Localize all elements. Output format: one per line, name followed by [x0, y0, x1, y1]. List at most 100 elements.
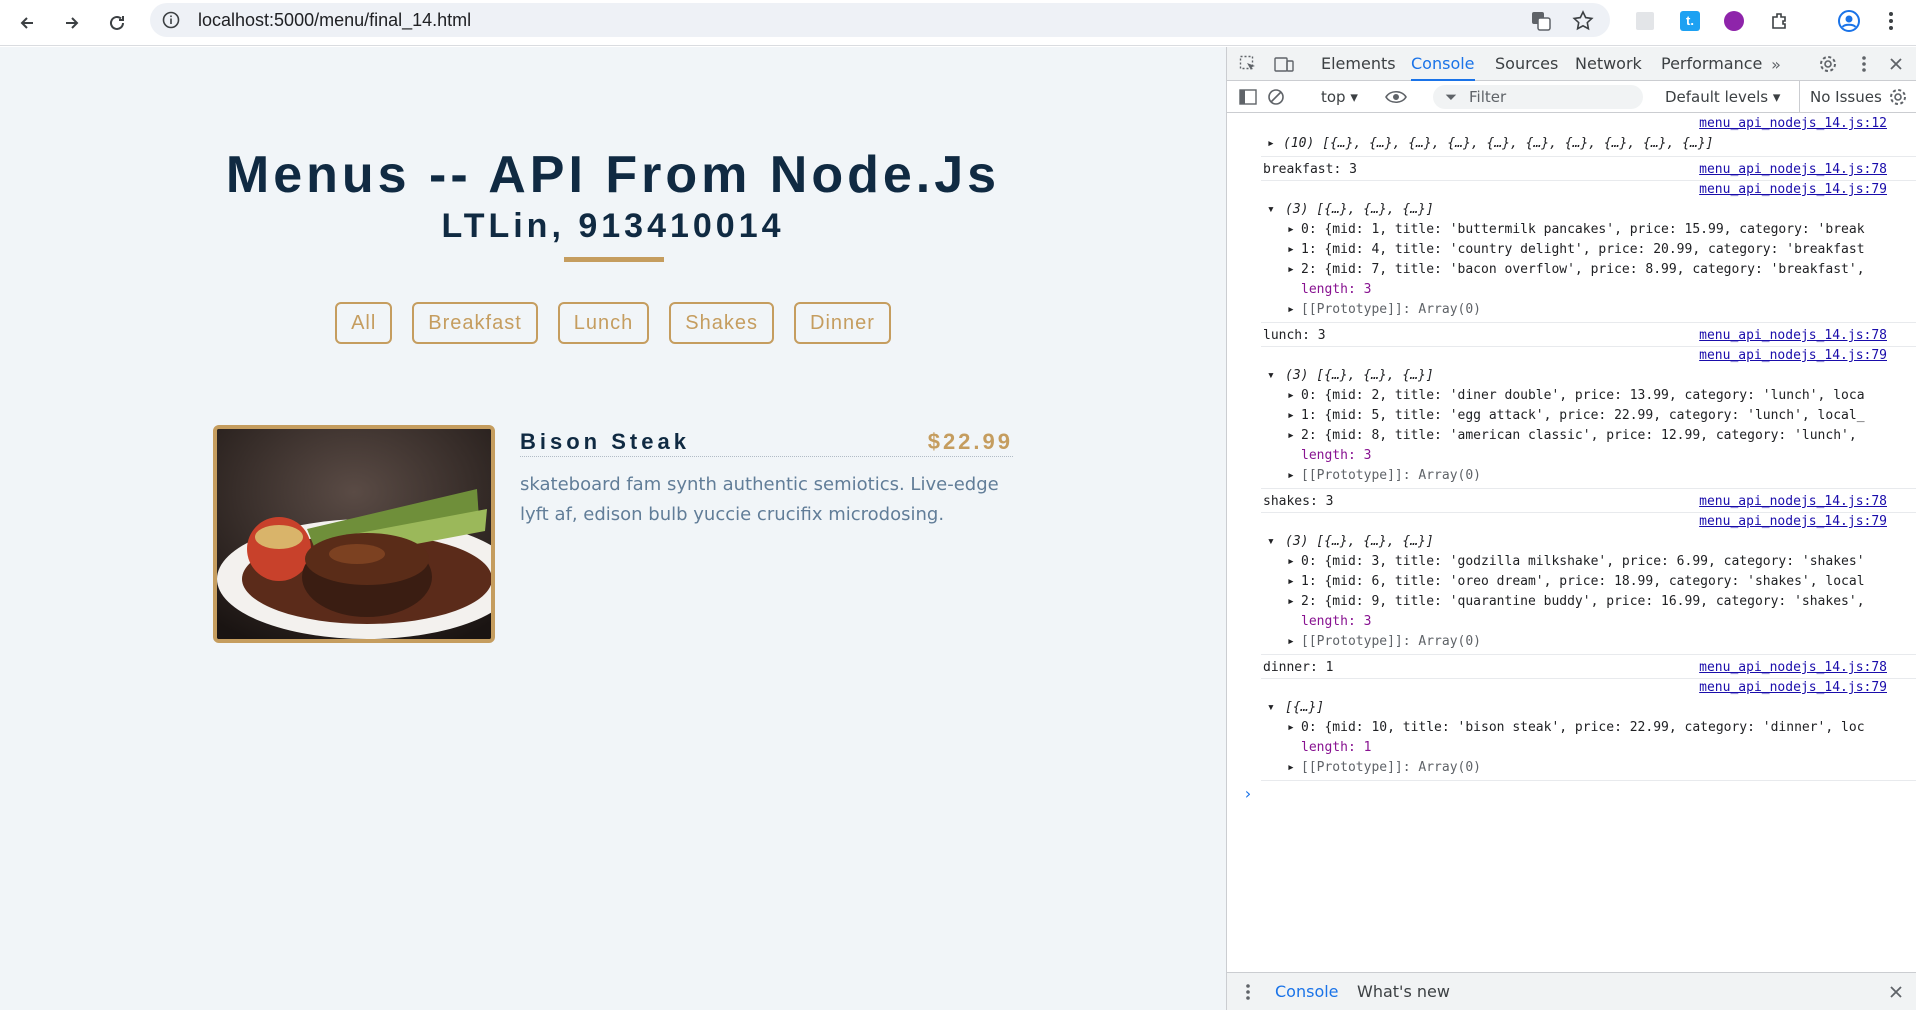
menu-item-price: $22.99	[927, 429, 1013, 454]
expand-arrow-icon[interactable]: ▸	[1287, 220, 1295, 240]
tab-console[interactable]: Console	[1411, 47, 1475, 81]
console-array-row[interactable]: ▸ 1: {mid: 6, title: 'oreo dream', price:…	[1227, 572, 1916, 592]
expand-arrow-icon[interactable]: ▸	[1287, 718, 1295, 738]
tab-performance[interactable]: Performance	[1661, 47, 1762, 81]
page-subtitle: LTLin, 913410014	[441, 207, 785, 245]
source-link[interactable]: menu_api_nodejs_14.js:79	[1699, 512, 1887, 532]
source-link[interactable]: menu_api_nodejs_14.js:12	[1699, 114, 1887, 134]
live-expression-eye-icon[interactable]	[1385, 86, 1407, 108]
console-array-prototype[interactable]: ▸ [[Prototype]]: Array(0)	[1227, 758, 1916, 778]
url-text: localhost:5000/menu/final_14.html	[198, 9, 472, 30]
expand-arrow-icon[interactable]: ▸	[1287, 386, 1295, 406]
device-toolbar-icon[interactable]	[1273, 53, 1295, 75]
extension-icon[interactable]	[1630, 6, 1660, 36]
console-log-array-10[interactable]: ▸ (10) [{…}, {…}, {…}, {…}, {…}, {…}, {…}…	[1227, 134, 1916, 154]
expand-arrow-icon[interactable]: ▸	[1287, 426, 1295, 446]
expand-arrow-icon[interactable]: ▸	[1287, 552, 1295, 572]
expand-arrow-icon[interactable]: ▸	[1287, 240, 1295, 260]
context-selector[interactable]: top ▾	[1321, 81, 1358, 113]
console-array-row[interactable]: ▸ 2: {mid: 8, title: 'american classic', …	[1227, 426, 1916, 446]
source-link[interactable]: menu_api_nodejs_14.js:78	[1699, 492, 1887, 512]
filter-breakfast-button[interactable]: Breakfast	[412, 302, 538, 344]
tab-sources[interactable]: Sources	[1495, 47, 1558, 81]
clear-console-icon[interactable]	[1265, 86, 1287, 108]
console-array-row[interactable]: ▸ 2: {mid: 7, title: 'bacon overflow', pr…	[1227, 260, 1916, 280]
console-array-row[interactable]: ▸ 0: {mid: 3, title: 'godzilla milkshake'…	[1227, 552, 1916, 572]
devtools-menu-icon[interactable]	[1853, 53, 1875, 75]
page-viewport: Menus -- API From Node.Js LTLin, 9134100…	[0, 47, 1226, 1010]
menu-item-card: Bison Steak $22.99 skateboard fam synth …	[213, 425, 1013, 645]
console-array-header[interactable]: ▾ (3) [{…}, {…}, {…}]	[1227, 366, 1916, 386]
console-separator	[1261, 780, 1916, 781]
console-prompt-icon[interactable]: ›	[1243, 784, 1253, 803]
console-array-row[interactable]: ▸ 1: {mid: 4, title: 'country delight', p…	[1227, 240, 1916, 260]
expand-arrow-icon[interactable]: ▸	[1287, 406, 1295, 426]
console-array-prototype[interactable]: ▸ [[Prototype]]: Array(0)	[1227, 632, 1916, 652]
expand-arrow-icon[interactable]: ▸	[1287, 260, 1295, 280]
collapse-arrow-icon[interactable]: ▾	[1267, 698, 1275, 718]
filter-dinner-button[interactable]: Dinner	[794, 302, 891, 344]
source-link[interactable]: menu_api_nodejs_14.js:78	[1699, 326, 1887, 346]
filter-shakes-button[interactable]: Shakes	[669, 302, 774, 344]
console-array-row[interactable]: ▸ 2: {mid: 9, title: 'quarantine buddy', …	[1227, 592, 1916, 612]
close-devtools-icon[interactable]	[1885, 53, 1907, 75]
address-bar[interactable]: localhost:5000/menu/final_14.html	[150, 3, 1610, 37]
collapse-arrow-icon[interactable]: ▾	[1267, 200, 1275, 220]
console-array-header[interactable]: ▾ [{…}]	[1227, 698, 1916, 718]
issues-counter[interactable]: No Issues	[1799, 81, 1882, 113]
source-link[interactable]: menu_api_nodejs_14.js:78	[1699, 160, 1887, 180]
site-info-icon[interactable]	[154, 3, 188, 37]
console-array-row[interactable]: ▸ 0: {mid: 1, title: 'buttermilk pancakes…	[1227, 220, 1916, 240]
console-array-length: length: 3	[1301, 282, 1372, 297]
tab-network[interactable]: Network	[1575, 47, 1642, 81]
reload-button[interactable]	[102, 8, 132, 38]
collapse-arrow-icon[interactable]: ▾	[1267, 532, 1275, 552]
console-settings-gear-icon[interactable]	[1887, 86, 1909, 108]
expand-arrow-icon[interactable]: ▸	[1287, 300, 1295, 320]
console-filter-input[interactable]: ⏷ Filter	[1433, 85, 1643, 109]
console-array-prototype[interactable]: ▸ [[Prototype]]: Array(0)	[1227, 300, 1916, 320]
back-button[interactable]	[12, 8, 42, 38]
forward-arrow-icon	[66, 17, 79, 29]
console-array-row[interactable]: ▸ 0: {mid: 10, title: 'bison steak', pric…	[1227, 718, 1916, 738]
console-array-header[interactable]: ▾ (3) [{…}, {…}, {…}]	[1227, 532, 1916, 552]
extension-globe-icon[interactable]	[1719, 6, 1749, 36]
expand-arrow-icon[interactable]: ▸	[1267, 134, 1275, 154]
browser-menu-icon[interactable]	[1876, 6, 1906, 36]
more-tabs-icon[interactable]: »	[1765, 53, 1787, 75]
sidebar-toggle-icon[interactable]	[1237, 86, 1259, 108]
bookmark-star-icon[interactable]	[1568, 6, 1598, 36]
expand-arrow-icon[interactable]: ▸	[1287, 592, 1295, 612]
expand-arrow-icon[interactable]: ▸	[1287, 758, 1295, 778]
translate-icon[interactable]	[1526, 6, 1556, 36]
console-source-line: menu_api_nodejs_14.js:79	[1227, 512, 1916, 532]
drawer-tab-bar: Console What's new	[1227, 972, 1916, 1010]
forward-button[interactable]	[57, 8, 87, 38]
settings-gear-icon[interactable]	[1817, 53, 1839, 75]
console-array-row[interactable]: ▸ 1: {mid: 5, title: 'egg attack', price:…	[1227, 406, 1916, 426]
drawer-menu-icon[interactable]	[1237, 981, 1259, 1003]
profile-icon[interactable]	[1834, 6, 1864, 36]
extension-t-icon[interactable]: t.	[1675, 6, 1705, 36]
drawer-tab-console[interactable]: Console	[1275, 973, 1339, 1010]
console-array-header[interactable]: ▾ (3) [{…}, {…}, {…}]	[1227, 200, 1916, 220]
source-link[interactable]: menu_api_nodejs_14.js:79	[1699, 678, 1887, 698]
source-link[interactable]: menu_api_nodejs_14.js:79	[1699, 180, 1887, 200]
source-link[interactable]: menu_api_nodejs_14.js:78	[1699, 658, 1887, 678]
console-array-prototype[interactable]: ▸ [[Prototype]]: Array(0)	[1227, 466, 1916, 486]
console-toolbar: top ▾ ⏷ Filter Default levels ▾ No Issue…	[1227, 81, 1916, 113]
source-link[interactable]: menu_api_nodejs_14.js:79	[1699, 346, 1887, 366]
inspect-element-icon[interactable]	[1237, 53, 1259, 75]
expand-arrow-icon[interactable]: ▸	[1287, 632, 1295, 652]
filter-lunch-button[interactable]: Lunch	[557, 302, 650, 344]
drawer-tab-whats-new[interactable]: What's new	[1357, 973, 1450, 1010]
extensions-puzzle-icon[interactable]	[1765, 6, 1795, 36]
close-drawer-icon[interactable]	[1885, 981, 1907, 1003]
tab-elements[interactable]: Elements	[1321, 47, 1396, 81]
log-levels-dropdown[interactable]: Default levels ▾	[1665, 81, 1780, 113]
filter-all-button[interactable]: All	[335, 302, 393, 344]
console-array-row[interactable]: ▸ 0: {mid: 2, title: 'diner double', pric…	[1227, 386, 1916, 406]
expand-arrow-icon[interactable]: ▸	[1287, 466, 1295, 486]
expand-arrow-icon[interactable]: ▸	[1287, 572, 1295, 592]
collapse-arrow-icon[interactable]: ▾	[1267, 366, 1275, 386]
